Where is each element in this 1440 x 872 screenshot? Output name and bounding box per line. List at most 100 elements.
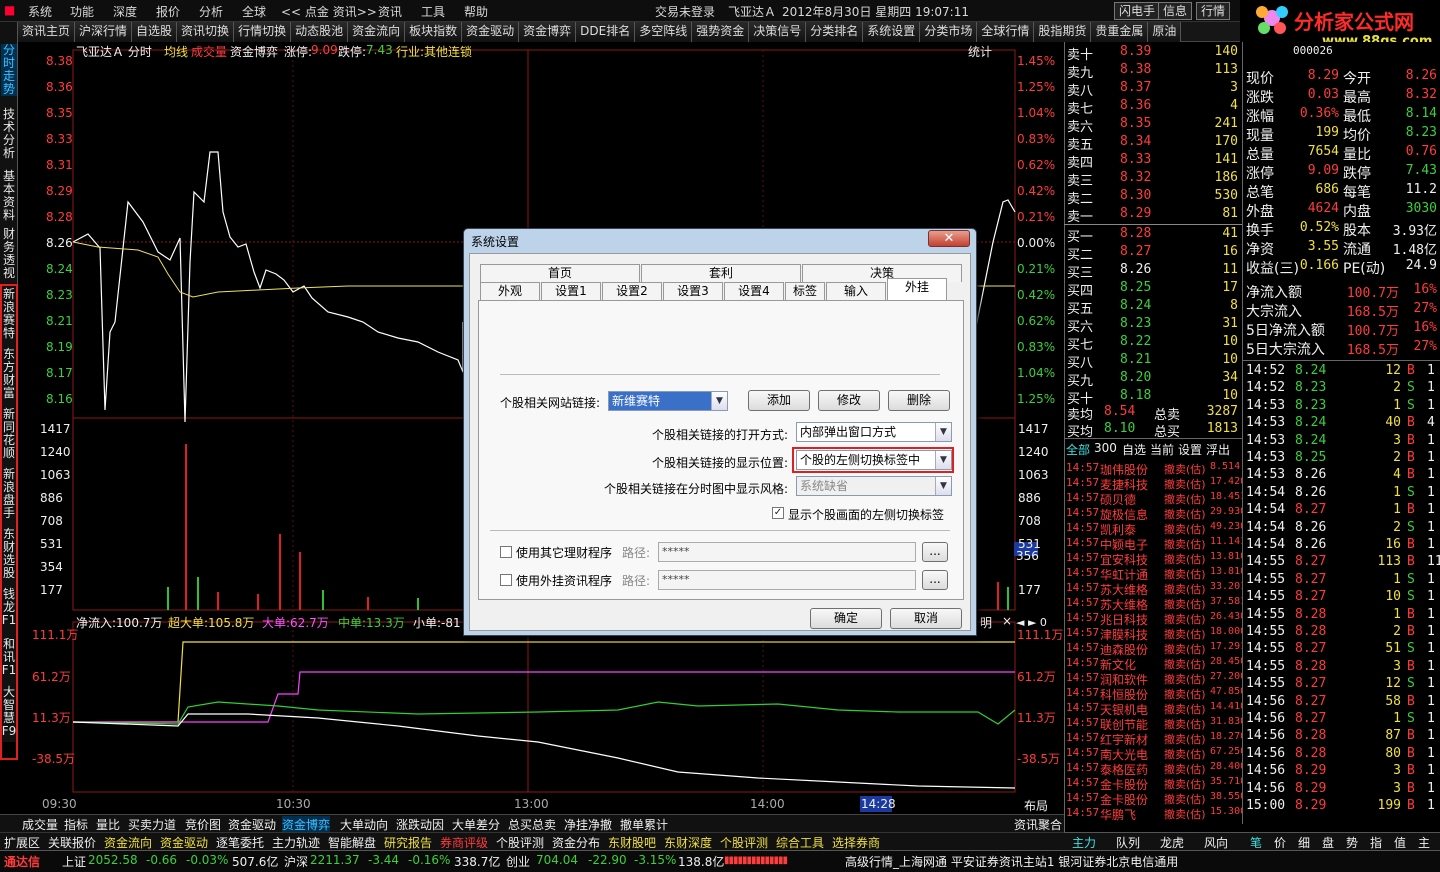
index-name[interactable]: 沪深	[284, 853, 308, 870]
ext-tab[interactable]: 资金分布	[552, 834, 600, 851]
toolbar-item[interactable]: 强势资金	[692, 22, 750, 42]
tab-input[interactable]: 输入	[826, 282, 886, 300]
market-button[interactable]: 行情	[1196, 2, 1231, 20]
ext-tab[interactable]: 逐笔委托	[216, 834, 264, 851]
toolbar-item[interactable]: 资讯主页	[18, 22, 76, 42]
sell-price[interactable]: 8.29	[1120, 206, 1151, 221]
site-link-select[interactable]: 新维赛特 ▼	[608, 391, 728, 411]
indicator-tab[interactable]: 量比	[96, 816, 120, 833]
ext-tab[interactable]: 个股评测	[720, 834, 768, 851]
edit-button[interactable]: 修改	[818, 390, 880, 411]
toolbar-item[interactable]: 板块指数	[405, 22, 463, 42]
buy-price[interactable]: 8.28	[1120, 226, 1151, 241]
toolbar-item[interactable]: 系统设置	[863, 22, 921, 42]
panel-tab[interactable]: 主力	[1072, 834, 1096, 851]
indicator-tab[interactable]: 大单差分	[452, 816, 500, 833]
toolbar-item[interactable]: DDE排名	[576, 22, 636, 42]
indicator-tab[interactable]: 净挂净撤	[564, 816, 612, 833]
ok-button[interactable]: 确定	[810, 608, 882, 629]
detail-tab[interactable]: 笔	[1250, 834, 1262, 851]
stats-button[interactable]: 统计	[968, 43, 992, 60]
sell-price[interactable]: 8.37	[1120, 80, 1151, 95]
buy-price[interactable]: 8.22	[1120, 334, 1151, 349]
sell-price[interactable]: 8.36	[1120, 98, 1151, 113]
buy-price[interactable]: 8.18	[1120, 388, 1151, 403]
toolbar-item[interactable]: 贵重金属	[1091, 22, 1149, 42]
detail-tab[interactable]: 价	[1274, 834, 1286, 851]
side-tab[interactable]: 东方财富	[1, 348, 17, 400]
tab-labels[interactable]: 标签	[785, 282, 825, 300]
ext-tab[interactable]: 综合工具	[776, 834, 824, 851]
side-tab[interactable]: 新浪赛特	[1, 288, 17, 340]
index-name[interactable]: 创业	[506, 853, 530, 870]
news-tab[interactable]: 当前	[1150, 441, 1174, 458]
news-tab[interactable]: 自选	[1122, 441, 1146, 458]
side-tab[interactable]: 技术分析	[1, 108, 17, 160]
chart-style-select[interactable]: 系统缺省 ▼	[796, 476, 952, 496]
delete-button[interactable]: 删除	[888, 390, 950, 411]
side-tab[interactable]: 财务透视	[1, 228, 17, 280]
browse-button[interactable]: ...	[922, 542, 948, 562]
side-tab[interactable]: 基本资料	[1, 170, 17, 222]
indicator-tab-active[interactable]: 资金博弈	[282, 816, 331, 833]
side-tab[interactable]: 东财选股	[1, 528, 17, 580]
ext-tab[interactable]: 东财深度	[664, 834, 712, 851]
indicator-tab[interactable]: 资金驱动	[228, 816, 276, 833]
ext-tab[interactable]: 券商评级	[440, 834, 488, 851]
open-mode-select[interactable]: 内部弹出窗口方式 ▼	[796, 422, 952, 442]
tab-appearance[interactable]: 外观	[480, 282, 540, 300]
panel-tab[interactable]: 风向	[1204, 834, 1228, 851]
close-pane-icon[interactable]: ×	[1002, 614, 1012, 628]
layout-button[interactable]: 布局	[1024, 797, 1048, 814]
news-tab[interactable]: 全部	[1066, 441, 1090, 458]
cancel-button[interactable]: 取消	[890, 608, 962, 629]
ext-tab[interactable]: 东财股吧	[608, 834, 656, 851]
external-news-checkbox[interactable]	[500, 574, 512, 586]
side-tab[interactable]: 分时走势	[1, 44, 17, 96]
side-tab[interactable]: 大智慧F9	[1, 686, 17, 738]
buy-price[interactable]: 8.24	[1120, 298, 1151, 313]
tab-plugins-active[interactable]: 外挂	[887, 278, 947, 301]
buy-price[interactable]: 8.21	[1120, 352, 1151, 367]
news-tab[interactable]: 300	[1094, 441, 1117, 455]
detail-tab[interactable]: 值	[1394, 834, 1406, 851]
tab-settings3[interactable]: 设置3	[663, 282, 723, 300]
ext-tab[interactable]: 智能解盘	[328, 834, 376, 851]
buy-price[interactable]: 8.20	[1120, 370, 1151, 385]
menu-global[interactable]: 全球	[242, 3, 266, 20]
toolbar-item[interactable]: 行情切换	[234, 22, 292, 42]
ext-tab[interactable]: 扩展区	[4, 834, 40, 851]
menu-depth[interactable]: 深度	[113, 3, 137, 20]
menu-function[interactable]: 功能	[70, 3, 94, 20]
ext-tab[interactable]: 研究报告	[384, 834, 432, 851]
ext-tab[interactable]: 主力轨迹	[272, 834, 320, 851]
sell-price[interactable]: 8.38	[1120, 62, 1151, 77]
news-tab[interactable]: 浮出	[1206, 441, 1230, 458]
toolbar-item[interactable]: 资金博弈	[519, 22, 577, 42]
menu-dianjin[interactable]: << 点金 资讯>>	[281, 3, 377, 20]
close-icon[interactable]: ✕	[928, 230, 970, 247]
news-tab[interactable]: 设置	[1178, 441, 1202, 458]
toolbar-item[interactable]: 分类排名	[806, 22, 864, 42]
detail-tab[interactable]: 指	[1370, 834, 1382, 851]
buy-price[interactable]: 8.27	[1120, 244, 1151, 259]
buy-price[interactable]: 8.23	[1120, 316, 1151, 331]
ext-tab[interactable]: 资金流向	[104, 834, 152, 851]
indicator-tab[interactable]: 指标	[64, 816, 88, 833]
toolbar-item[interactable]: 决策信号	[749, 22, 807, 42]
detail-tab[interactable]: 盘	[1322, 834, 1334, 851]
ext-tab[interactable]: 个股评测	[496, 834, 544, 851]
toolbar-item[interactable]: 原油	[1148, 22, 1182, 42]
indicator-tab[interactable]: 撤单累计	[620, 816, 668, 833]
buy-price[interactable]: 8.25	[1120, 280, 1151, 295]
toolbar-item[interactable]: 沪深行情	[75, 22, 133, 42]
indicator-tab[interactable]: 成交量	[22, 816, 58, 833]
sell-price[interactable]: 8.30	[1120, 188, 1151, 203]
add-button[interactable]: 添加	[748, 390, 810, 411]
panel-tab[interactable]: 龙虎	[1160, 834, 1184, 851]
sell-price[interactable]: 8.33	[1120, 152, 1151, 167]
side-tab[interactable]: 和讯F1	[1, 638, 17, 677]
external-news-path[interactable]: *****	[658, 570, 916, 590]
indicator-tab[interactable]: 涨跌动因	[396, 816, 444, 833]
toolbar-item[interactable]: 股指期货	[1034, 22, 1092, 42]
